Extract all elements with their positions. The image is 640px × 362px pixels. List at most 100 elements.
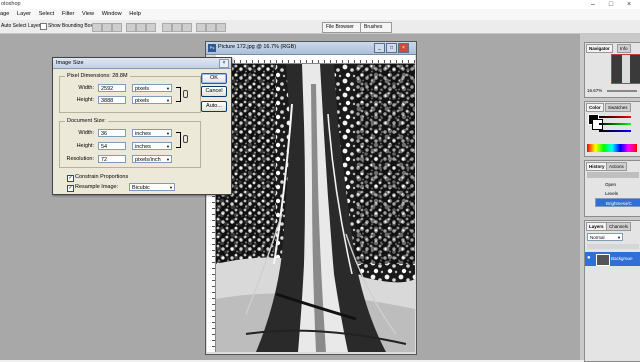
zoom-slider[interactable]	[607, 90, 637, 92]
navigator-thumbnail[interactable]	[611, 54, 640, 84]
layer-thumbnail	[596, 254, 610, 266]
align-left-icon[interactable]	[126, 23, 136, 32]
doc-width-input[interactable]: 36	[98, 129, 126, 137]
history-row-brightness[interactable]: Brightness/C	[595, 198, 640, 207]
auto-select-label: Auto Select Layer	[1, 23, 41, 29]
tab-info[interactable]: Info	[617, 44, 631, 53]
doc-width-label: Width:	[78, 130, 94, 136]
history-snapshot[interactable]	[587, 172, 639, 178]
blue-slider[interactable]	[599, 130, 631, 132]
align-bottom-icon[interactable]	[112, 23, 122, 32]
show-bounding-checkbox[interactable]	[40, 23, 47, 30]
tree-photo	[216, 64, 415, 352]
menu-image[interactable]: age	[0, 9, 12, 20]
navigator-panel: Navigator Info 16.67%	[584, 42, 640, 98]
tab-layers[interactable]: Layers	[586, 222, 607, 231]
image-size-dialog[interactable]: Image Size × Pixel Dimensions: 28.8M Wid…	[52, 57, 232, 195]
resolution-input[interactable]: 72	[98, 155, 126, 163]
menu-layer[interactable]: Layer	[14, 9, 34, 20]
distribute-4-icon[interactable]	[196, 23, 206, 32]
doc-height-unit-select[interactable]: inches ▼	[132, 142, 172, 150]
chevron-down-icon: ▼	[166, 131, 170, 136]
align-center-icon[interactable]	[136, 23, 146, 32]
navigator-zoom[interactable]: 16.67%	[587, 88, 602, 93]
doc-width-unit-select[interactable]: inches ▼	[132, 129, 172, 137]
doc-minimize-button[interactable]: _	[374, 43, 385, 53]
pixel-width-label: Width:	[78, 85, 94, 91]
chevron-down-icon: ▼	[166, 144, 170, 149]
tab-actions[interactable]: Actions	[606, 162, 627, 171]
doc-close-button[interactable]: ×	[398, 43, 409, 53]
history-row-open[interactable]: Open	[595, 180, 640, 189]
document-window[interactable]: Ps Picture 172.jpg @ 16.7% (RGB) _ □ ×	[205, 41, 417, 355]
ok-button[interactable]: OK	[201, 73, 227, 84]
menu-window[interactable]: Window	[99, 9, 125, 20]
tab-file-browser[interactable]: File Browser	[322, 22, 364, 33]
pixel-width-unit-select[interactable]: pixels ▼	[132, 84, 172, 92]
doc-maximize-button[interactable]: □	[386, 43, 397, 53]
align-right-icon[interactable]	[146, 23, 156, 32]
pixel-size-value: 28.8M	[112, 73, 128, 79]
pixel-height-unit-select[interactable]: pixels ▼	[132, 96, 172, 104]
pixel-link-bracket	[176, 87, 181, 102]
distribute-5-icon[interactable]	[206, 23, 216, 32]
show-bounding-label: Show Bounding Box	[48, 23, 94, 29]
chain-link-icon	[183, 90, 188, 98]
tab-swatches[interactable]: Swatches	[605, 103, 631, 112]
pixel-height-input[interactable]: 3888	[98, 96, 126, 104]
constrain-proportions-checkbox[interactable]: ✓	[67, 175, 74, 182]
color-ramp[interactable]	[587, 144, 637, 152]
align-middle-icon[interactable]	[102, 23, 112, 32]
doc-height-input[interactable]: 54	[98, 142, 126, 150]
distribute-2-icon[interactable]	[172, 23, 182, 32]
constrain-proportions-label: Constrain Proportions	[75, 174, 129, 180]
layer-row-background[interactable]: ● Backgroun	[585, 252, 640, 266]
blend-mode-select[interactable]: Normal ▼	[587, 233, 623, 241]
pixel-width-input[interactable]: 2592	[98, 84, 126, 92]
resample-method-select[interactable]: Bicubic ▼	[129, 183, 175, 191]
minimize-button[interactable]: –	[586, 0, 600, 9]
pixel-height-unit: pixels	[135, 98, 150, 104]
color-panel: Color Swatches	[584, 101, 640, 157]
pixel-dimensions-legend: Pixel Dimensions: 28.8M	[65, 73, 130, 79]
menu-help[interactable]: Help	[126, 9, 144, 20]
horizontal-ruler[interactable]	[216, 55, 415, 64]
tab-history[interactable]: History	[586, 162, 608, 171]
chevron-down-icon: ▼	[169, 185, 173, 190]
distribute-6-icon[interactable]	[216, 23, 226, 32]
resample-image-checkbox[interactable]: ✓	[67, 185, 74, 192]
history-row-levels[interactable]: Levels	[595, 189, 640, 198]
resolution-unit-select[interactable]: pixels/inch ▼	[132, 155, 172, 163]
tab-brushes[interactable]: Brushes	[360, 22, 392, 33]
menu-select[interactable]: Select	[36, 9, 58, 20]
close-button[interactable]: ×	[622, 0, 636, 9]
red-slider[interactable]	[599, 116, 631, 118]
distribute-1-icon[interactable]	[162, 23, 172, 32]
resample-image-label: Resample Image:	[75, 184, 119, 190]
pixel-height-label: Height:	[76, 97, 94, 103]
eye-icon[interactable]: ●	[587, 255, 591, 261]
menu-view[interactable]: View	[79, 9, 97, 20]
tab-channels[interactable]: Channels	[606, 222, 632, 231]
menu-filter[interactable]: Filter	[59, 9, 77, 20]
history-panel: History Actions Open Levels Brightness/C	[584, 160, 640, 217]
distribute-3-icon[interactable]	[182, 23, 192, 32]
image-canvas[interactable]	[216, 64, 415, 352]
app-title: otoshop	[1, 1, 21, 7]
dialog-close-button[interactable]: ×	[219, 59, 229, 68]
options-bar: Auto Select Layer Show Bounding Box	[0, 20, 640, 34]
auto-button[interactable]: Auto...	[201, 101, 227, 112]
maximize-button[interactable]: □	[604, 0, 618, 9]
cancel-button[interactable]: Cancel	[201, 86, 227, 97]
tab-navigator[interactable]: Navigator	[586, 44, 613, 53]
lock-row[interactable]	[587, 244, 639, 249]
layer-name: Backgroun	[611, 256, 633, 261]
dialog-title: Image Size	[56, 60, 84, 66]
chevron-down-icon: ▼	[166, 98, 170, 103]
document-size-legend: Document Size:	[65, 118, 108, 124]
green-slider[interactable]	[599, 123, 631, 125]
align-top-icon[interactable]	[92, 23, 102, 32]
dialog-title-bar[interactable]: Image Size ×	[53, 58, 231, 69]
tab-color[interactable]: Color	[586, 103, 604, 112]
document-title-bar[interactable]: Ps Picture 172.jpg @ 16.7% (RGB) _ □ ×	[206, 42, 416, 55]
